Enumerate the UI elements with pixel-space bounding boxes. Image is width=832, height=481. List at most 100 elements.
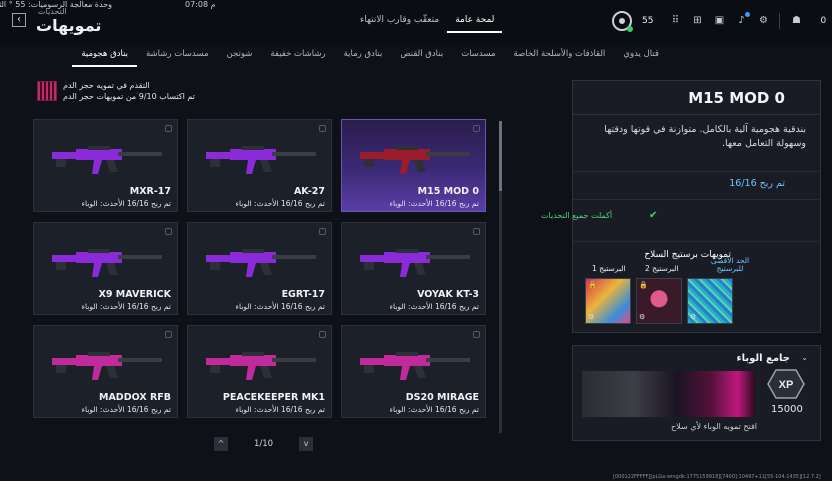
controller-icon[interactable]: ⊞ — [691, 15, 703, 27]
top-tabs: متعقّب وقارب الانتهاء لمحة عامة — [352, 15, 503, 33]
progress-line-2: تم اكتساب 9/10 من تمويهات حجر الدم — [63, 92, 195, 101]
xp-label: XP — [779, 379, 794, 391]
gear-icon: ⚙ — [639, 313, 646, 321]
corner-marker — [473, 331, 480, 338]
corner-marker — [165, 228, 172, 235]
corner-marker — [473, 228, 480, 235]
weapon-progress: تم ربح 16/16 الأحدث: الوباء — [235, 405, 325, 414]
mastery-camo-1[interactable]: 🔒 ⚙ — [585, 278, 631, 324]
corner-marker — [319, 228, 326, 235]
divider — [573, 241, 820, 242]
weapon-camo-image — [360, 249, 470, 277]
weapon-camo-image — [52, 146, 162, 174]
tab-sniper-rifles[interactable]: بنادق القنص — [391, 46, 452, 67]
weapon-progress: تم ربح 16/16 الأحدث: الوباء — [81, 405, 171, 414]
friends-count: 0 — [820, 16, 827, 26]
tab-tracked[interactable]: متعقّب وقارب الانتهاء — [352, 15, 447, 33]
xp-reward-card[interactable]: ⌄ جامع الوباء XP 15000 افتح تمويه الوباء… — [572, 345, 821, 441]
video-icon[interactable]: ▣ — [713, 15, 725, 27]
scrollbar-thumb[interactable] — [499, 121, 502, 191]
weapon-card[interactable]: MADDOX RFB تم ربح 16/16 الأحدث: الوباء — [33, 325, 178, 418]
weapon-grid: M15 MOD 0 تم ربح 16/16 الأحدث: الوباء AK-2… — [33, 119, 486, 439]
weapon-camo-image — [360, 352, 470, 380]
weapon-name: MADDOX RFB — [99, 392, 171, 403]
progress-line-1: التقدم في تمويه حجر الدم — [63, 81, 150, 90]
corner-marker — [165, 125, 172, 132]
level-badge-icon[interactable] — [612, 11, 633, 32]
corner-marker — [319, 125, 326, 132]
notification-icon[interactable]: ♪ — [735, 12, 751, 27]
tab-smgs[interactable]: مسدسات رشاشة — [137, 46, 218, 67]
reward-description: افتح تمويه الوباء لأي سلاح — [671, 422, 757, 431]
camo-progress: التقدم في تمويه حجر الدم تم اكتساب 9/10 … — [37, 80, 195, 102]
earned-count: تم ربح 16/16 — [729, 178, 785, 189]
lock-icon: 🔒 — [588, 281, 597, 289]
weapon-name: EGRT-17 — [281, 289, 325, 300]
page-down-button[interactable]: v — [299, 437, 314, 451]
weapon-progress: تم ربح 16/16 الأحدث: الوباء — [389, 405, 479, 414]
weapon-card[interactable]: DS20 MIRAGE تم ربح 16/16 الأحدث: الوباء — [341, 325, 486, 418]
divider — [573, 114, 820, 115]
corner-marker — [473, 125, 480, 132]
page-title: تمويهات — [36, 16, 102, 35]
weapon-progress: تم ربح 16/16 الأحدث: الوباء — [81, 302, 171, 311]
corner-marker — [319, 331, 326, 338]
weapon-camo-image — [360, 146, 470, 174]
weapon-name: VOYAK KT-3 — [417, 289, 479, 300]
weapon-description: بندقية هجومية آلية بالكامل. متوازنة في ق… — [604, 124, 806, 149]
weapon-camo-image — [206, 249, 316, 277]
weapon-name: DS20 MIRAGE — [405, 392, 479, 403]
mastery-camo-2[interactable]: 🔒 ⚙ — [636, 278, 682, 324]
grid-menu-icon[interactable]: ⠿ — [669, 15, 681, 27]
lock-icon: 🔒 — [639, 281, 648, 289]
page-up-button[interactable]: ^ — [214, 437, 228, 451]
weapon-camo-image — [52, 249, 162, 277]
plague-camo-banner — [582, 371, 755, 417]
divider — [573, 199, 820, 200]
top-bar: وحدة معالجة الرسوميات: 55 ° الثانية 07:0… — [0, 0, 832, 44]
weapon-title: M15 MOD 0 — [688, 89, 785, 107]
weapon-card[interactable]: PEACEKEEPER MK1 تم ربح 16/16 الأحدث: الوب… — [187, 325, 332, 418]
weapon-card[interactable]: M15 MOD 0 تم ربح 16/16 الأحدث: الوباء — [341, 119, 486, 212]
weapon-progress: تم ربح 16/16 الأحدث: الوباء — [389, 302, 479, 311]
mastery-label-1: البرستيج 1 — [592, 264, 626, 273]
weapon-name: X9 MAVERICK — [98, 289, 171, 300]
weapon-card[interactable]: X9 MAVERICK تم ربح 16/16 الأحدث: الوباء — [33, 222, 178, 315]
tab-melee[interactable]: قتال يدوي — [614, 46, 668, 67]
player-level: 55 — [642, 16, 654, 26]
reward-title: جامع الوباء — [736, 353, 790, 364]
tab-lmgs[interactable]: رشاشات خفيفة — [261, 46, 334, 67]
back-button[interactable]: ‹ — [12, 13, 26, 27]
mastery-label-2: البرستيج 2 — [645, 264, 679, 273]
weapon-camo-image — [52, 352, 162, 380]
tab-pistols[interactable]: مسدسات — [452, 46, 504, 67]
gear-icon[interactable]: ⚙ — [757, 15, 769, 27]
xp-badge-icon: XP — [767, 369, 805, 399]
weapon-name: AK-27 — [293, 186, 325, 197]
weapon-card[interactable]: AK-27 تم ربح 16/16 الأحدث: الوباء — [187, 119, 332, 212]
tab-assault-rifles[interactable]: بنادق هجومية — [72, 46, 137, 67]
weapon-progress: تم ربح 16/16 الأحدث: الوباء — [389, 199, 479, 208]
weapon-card[interactable]: EGRT-17 تم ربح 16/16 الأحدث: الوباء — [187, 222, 332, 315]
weapon-card[interactable]: VOYAK KT-3 تم ربح 16/16 الأحدث: الوباء — [341, 222, 486, 315]
weapon-progress: تم ربح 16/16 الأحدث: الوباء — [235, 302, 325, 311]
divider — [573, 171, 820, 172]
page-subtitle: التحديات — [38, 7, 67, 16]
chevron-down-icon[interactable]: ⌄ — [801, 353, 808, 362]
category-tabs: قتال يدوي القاذفات والأسلحة الخاصة مسدسا… — [50, 46, 668, 67]
tab-shotguns[interactable]: شوتجن — [218, 46, 262, 67]
weapon-name: M15 MOD 0 — [417, 186, 479, 197]
build-info: [000122FFFFF][pLGa:wingdk:1775159918][74… — [613, 474, 821, 480]
tab-launchers[interactable]: القاذفات والأسلحة الخاصة — [505, 46, 615, 67]
check-icon: ✔ — [649, 210, 658, 221]
weapon-detail-panel: M15 MOD 0 بندقية هجومية آلية بالكامل. مت… — [541, 80, 821, 333]
scrollbar[interactable] — [499, 121, 502, 433]
mastery-camo-max[interactable]: ⚙ — [687, 278, 733, 324]
tab-overview[interactable]: لمحة عامة — [447, 15, 503, 33]
weapon-card[interactable]: MXR-17 تم ربح 16/16 الأحدث: الوباء — [33, 119, 178, 212]
tab-marksman-rifles[interactable]: بنادق رماية — [335, 46, 392, 67]
weapon-name: PEACEKEEPER MK1 — [222, 392, 325, 403]
friends-icon[interactable]: ☗ — [790, 15, 802, 27]
weapon-name: MXR-17 — [129, 186, 171, 197]
divider — [779, 13, 781, 29]
